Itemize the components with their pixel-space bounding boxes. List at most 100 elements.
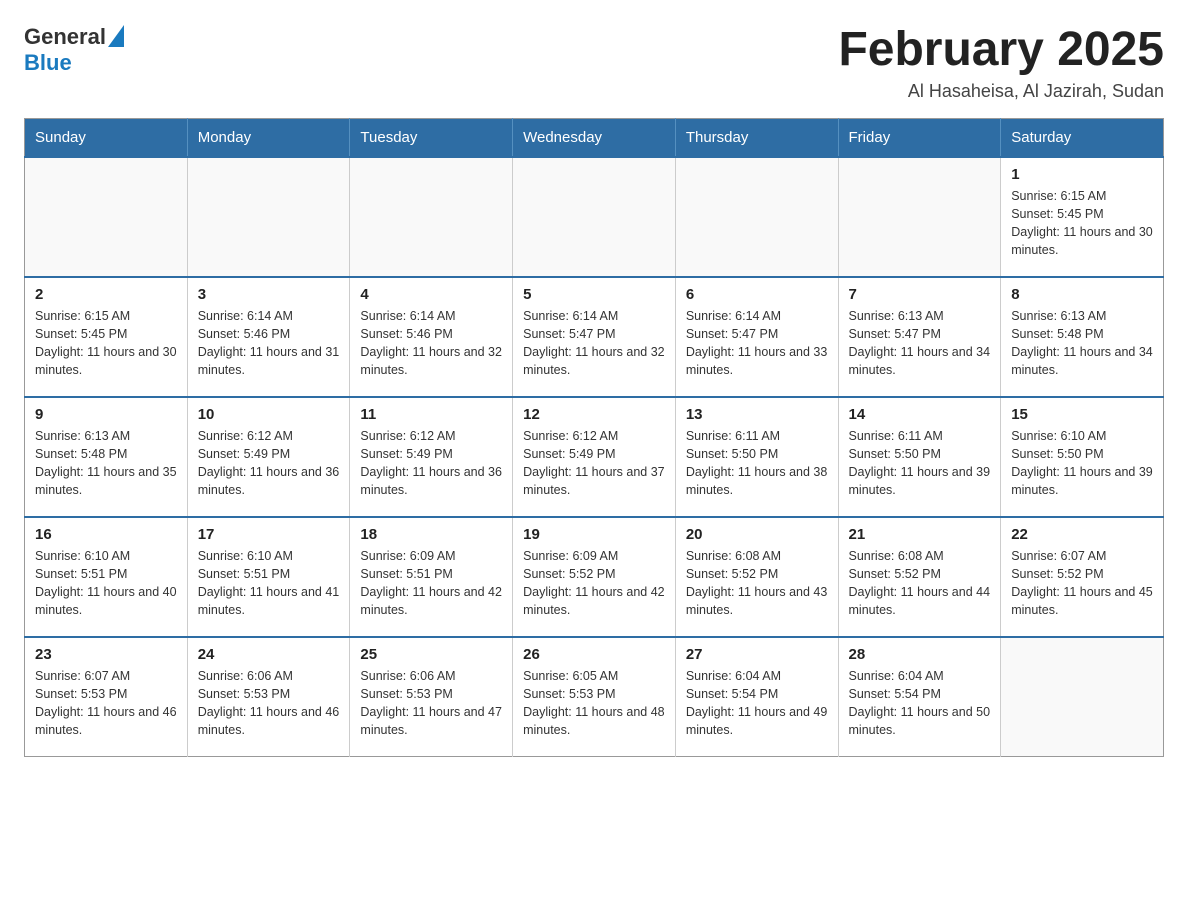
calendar-cell: 21 Sunrise: 6:08 AM Sunset: 5:52 PM Dayli… — [838, 517, 1001, 637]
day-info: Sunrise: 6:04 AM Sunset: 5:54 PM Dayligh… — [686, 667, 828, 740]
day-info: Sunrise: 6:12 AM Sunset: 5:49 PM Dayligh… — [198, 427, 340, 500]
day-number: 1 — [1011, 166, 1153, 183]
calendar-cell: 18 Sunrise: 6:09 AM Sunset: 5:51 PM Dayli… — [350, 517, 513, 637]
calendar-cell: 26Sunrise: 6:05 AM Sunset: 5:53 PM Dayli… — [513, 637, 676, 757]
month-title: February 2025 — [838, 24, 1164, 77]
day-number: 18 — [360, 526, 502, 543]
calendar-cell: 24Sunrise: 6:06 AM Sunset: 5:53 PM Dayli… — [187, 637, 350, 757]
day-info: Sunrise: 6:15 AM Sunset: 5:45 PM Dayligh… — [35, 307, 177, 380]
calendar-cell: 10 Sunrise: 6:12 AM Sunset: 5:49 PM Dayli… — [187, 397, 350, 517]
day-number: 20 — [686, 526, 828, 543]
day-info: Sunrise: 6:04 AM Sunset: 5:54 PM Dayligh… — [849, 667, 991, 740]
day-number: 7 — [849, 286, 991, 303]
calendar-cell: 1 Sunrise: 6:15 AM Sunset: 5:45 PM Daylig… — [1001, 157, 1164, 277]
day-number: 12 — [523, 406, 665, 423]
calendar-cell: 27 Sunrise: 6:04 AM Sunset: 5:54 PM Dayli… — [675, 637, 838, 757]
day-number: 19 — [523, 526, 665, 543]
week-row-5: 23 Sunrise: 6:07 AM Sunset: 5:53 PM Dayli… — [25, 637, 1164, 757]
header-saturday: Saturday — [1001, 118, 1164, 157]
day-number: 28 — [849, 646, 991, 663]
calendar-cell: 19 Sunrise: 6:09 AM Sunset: 5:52 PM Dayli… — [513, 517, 676, 637]
day-info: Sunrise: 6:15 AM Sunset: 5:45 PM Dayligh… — [1011, 187, 1153, 260]
calendar-cell — [1001, 637, 1164, 757]
day-info: Sunrise: 6:09 AM Sunset: 5:52 PM Dayligh… — [523, 547, 665, 620]
calendar-cell: 16 Sunrise: 6:10 AM Sunset: 5:51 PM Dayli… — [25, 517, 188, 637]
day-info: Sunrise: 6:14 AM Sunset: 5:46 PM Dayligh… — [360, 307, 502, 380]
day-info: Sunrise: 6:13 AM Sunset: 5:48 PM Dayligh… — [35, 427, 177, 500]
calendar-cell: 13 Sunrise: 6:11 AM Sunset: 5:50 PM Dayli… — [675, 397, 838, 517]
day-number: 17 — [198, 526, 340, 543]
day-info: Sunrise: 6:09 AM Sunset: 5:51 PM Dayligh… — [360, 547, 502, 620]
day-info: Sunrise: 6:12 AM Sunset: 5:49 PM Dayligh… — [360, 427, 502, 500]
calendar-cell — [675, 157, 838, 277]
day-info: Sunrise: 6:14 AM Sunset: 5:46 PM Dayligh… — [198, 307, 340, 380]
calendar-cell: 22 Sunrise: 6:07 AM Sunset: 5:52 PM Dayli… — [1001, 517, 1164, 637]
calendar-cell: 7 Sunrise: 6:13 AM Sunset: 5:47 PM Daylig… — [838, 277, 1001, 397]
day-number: 25 — [360, 646, 502, 663]
day-info: Sunrise: 6:10 AM Sunset: 5:51 PM Dayligh… — [198, 547, 340, 620]
day-info: Sunrise: 6:11 AM Sunset: 5:50 PM Dayligh… — [686, 427, 828, 500]
week-row-3: 9Sunrise: 6:13 AM Sunset: 5:48 PM Daylig… — [25, 397, 1164, 517]
calendar-cell: 11 Sunrise: 6:12 AM Sunset: 5:49 PM Dayli… — [350, 397, 513, 517]
calendar-cell: 5 Sunrise: 6:14 AM Sunset: 5:47 PM Daylig… — [513, 277, 676, 397]
calendar-cell: 2 Sunrise: 6:15 AM Sunset: 5:45 PM Daylig… — [25, 277, 188, 397]
header-thursday: Thursday — [675, 118, 838, 157]
day-number: 16 — [35, 526, 177, 543]
day-number: 22 — [1011, 526, 1153, 543]
day-info: Sunrise: 6:14 AM Sunset: 5:47 PM Dayligh… — [523, 307, 665, 380]
day-number: 21 — [849, 526, 991, 543]
day-number: 13 — [686, 406, 828, 423]
day-info: Sunrise: 6:10 AM Sunset: 5:51 PM Dayligh… — [35, 547, 177, 620]
calendar-cell: 28 Sunrise: 6:04 AM Sunset: 5:54 PM Dayli… — [838, 637, 1001, 757]
calendar-cell: 12 Sunrise: 6:12 AM Sunset: 5:49 PM Dayli… — [513, 397, 676, 517]
day-info: Sunrise: 6:08 AM Sunset: 5:52 PM Dayligh… — [686, 547, 828, 620]
calendar-cell: 9Sunrise: 6:13 AM Sunset: 5:48 PM Daylig… — [25, 397, 188, 517]
day-number: 24 — [198, 646, 340, 663]
day-number: 23 — [35, 646, 177, 663]
header-monday: Monday — [187, 118, 350, 157]
calendar-cell — [513, 157, 676, 277]
day-info: Sunrise: 6:07 AM Sunset: 5:53 PM Dayligh… — [35, 667, 177, 740]
logo-general-text: General — [24, 24, 106, 50]
logo-blue-text: Blue — [24, 50, 72, 76]
calendar-cell — [25, 157, 188, 277]
calendar-cell: 3 Sunrise: 6:14 AM Sunset: 5:46 PM Daylig… — [187, 277, 350, 397]
week-row-2: 2 Sunrise: 6:15 AM Sunset: 5:45 PM Daylig… — [25, 277, 1164, 397]
header-tuesday: Tuesday — [350, 118, 513, 157]
calendar-header-row: SundayMondayTuesdayWednesdayThursdayFrid… — [25, 118, 1164, 157]
day-info: Sunrise: 6:08 AM Sunset: 5:52 PM Dayligh… — [849, 547, 991, 620]
calendar-table: SundayMondayTuesdayWednesdayThursdayFrid… — [24, 118, 1164, 758]
day-info: Sunrise: 6:11 AM Sunset: 5:50 PM Dayligh… — [849, 427, 991, 500]
day-info: Sunrise: 6:06 AM Sunset: 5:53 PM Dayligh… — [360, 667, 502, 740]
day-number: 6 — [686, 286, 828, 303]
location-text: Al Hasaheisa, Al Jazirah, Sudan — [838, 81, 1164, 102]
calendar-cell — [187, 157, 350, 277]
header-sunday: Sunday — [25, 118, 188, 157]
day-number: 8 — [1011, 286, 1153, 303]
day-number: 5 — [523, 286, 665, 303]
calendar-cell — [350, 157, 513, 277]
header-friday: Friday — [838, 118, 1001, 157]
calendar-cell: 4Sunrise: 6:14 AM Sunset: 5:46 PM Daylig… — [350, 277, 513, 397]
page-header: General Blue February 2025 Al Hasaheisa,… — [24, 24, 1164, 102]
calendar-cell: 6 Sunrise: 6:14 AM Sunset: 5:47 PM Daylig… — [675, 277, 838, 397]
week-row-1: 1 Sunrise: 6:15 AM Sunset: 5:45 PM Daylig… — [25, 157, 1164, 277]
day-info: Sunrise: 6:07 AM Sunset: 5:52 PM Dayligh… — [1011, 547, 1153, 620]
calendar-cell: 8 Sunrise: 6:13 AM Sunset: 5:48 PM Daylig… — [1001, 277, 1164, 397]
calendar-cell: 23 Sunrise: 6:07 AM Sunset: 5:53 PM Dayli… — [25, 637, 188, 757]
day-info: Sunrise: 6:13 AM Sunset: 5:47 PM Dayligh… — [849, 307, 991, 380]
day-number: 27 — [686, 646, 828, 663]
day-number: 10 — [198, 406, 340, 423]
calendar-cell: 15Sunrise: 6:10 AM Sunset: 5:50 PM Dayli… — [1001, 397, 1164, 517]
day-number: 2 — [35, 286, 177, 303]
day-info: Sunrise: 6:12 AM Sunset: 5:49 PM Dayligh… — [523, 427, 665, 500]
calendar-cell: 20 Sunrise: 6:08 AM Sunset: 5:52 PM Dayli… — [675, 517, 838, 637]
day-info: Sunrise: 6:14 AM Sunset: 5:47 PM Dayligh… — [686, 307, 828, 380]
logo-triangle-icon — [108, 25, 124, 47]
day-number: 14 — [849, 406, 991, 423]
day-info: Sunrise: 6:13 AM Sunset: 5:48 PM Dayligh… — [1011, 307, 1153, 380]
calendar-cell: 25 Sunrise: 6:06 AM Sunset: 5:53 PM Dayli… — [350, 637, 513, 757]
day-number: 11 — [360, 406, 502, 423]
day-info: Sunrise: 6:05 AM Sunset: 5:53 PM Dayligh… — [523, 667, 665, 740]
day-number: 3 — [198, 286, 340, 303]
